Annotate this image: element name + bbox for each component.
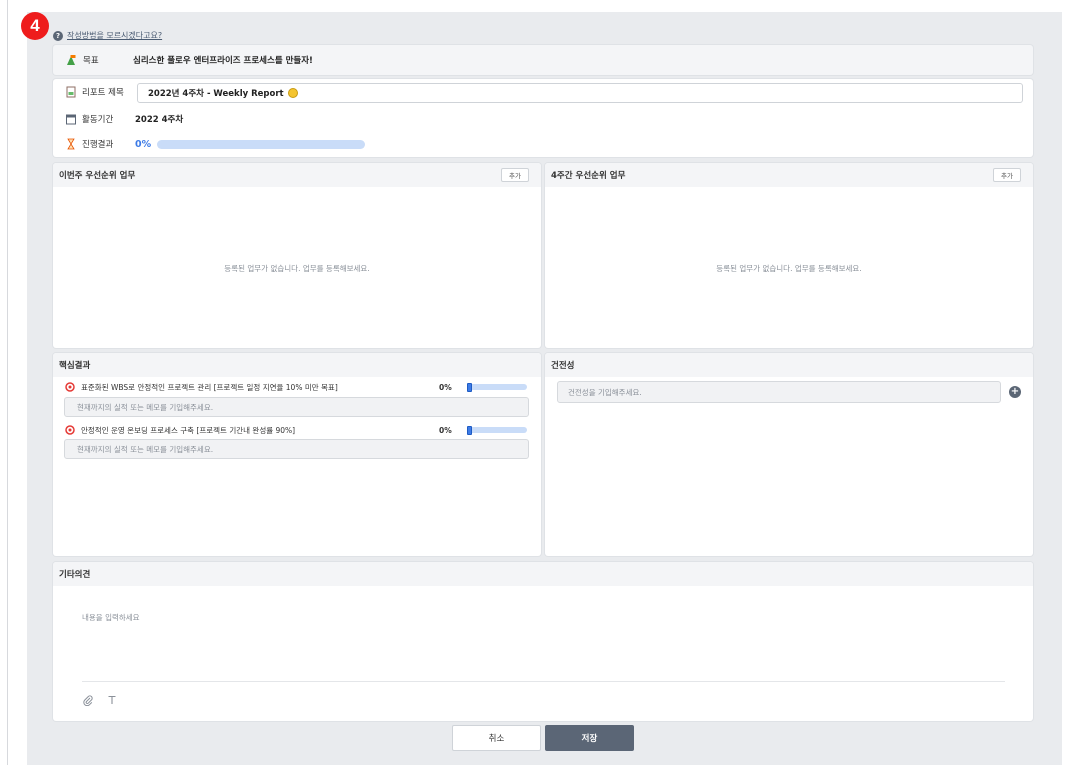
target-icon — [64, 424, 76, 436]
key-result-memo-input[interactable]: 현재까지의 실적 또는 메모를 기입해주세요. — [64, 397, 529, 417]
key-result-item: 안정적인 운영 온보딩 프로세스 구축 [프로젝트 기간내 완성률 90%] 0… — [64, 423, 535, 437]
panel-header: 기타의견 — [53, 562, 1033, 586]
etc-opinion-textarea[interactable]: 내용을 입력하세요 — [82, 612, 140, 623]
smile-emoji-icon — [287, 88, 298, 98]
report-title-input[interactable]: 2022년 4주차 - Weekly Report — [137, 83, 1023, 103]
this-week-priority-panel: 이번주 우선순위 업무 추가 등록된 업무가 없습니다. 업무를 등록해보세요. — [53, 163, 541, 348]
panel-header: 핵심결과 — [53, 353, 541, 377]
calendar-icon — [65, 113, 77, 125]
editor-divider — [82, 681, 1005, 682]
paperclip-icon[interactable] — [82, 694, 94, 706]
add-task-button[interactable]: 추가 — [501, 168, 529, 182]
key-result-text: 표준화된 WBS로 안정적인 프로젝트 관리 [프로젝트 일정 지연율 10% … — [81, 382, 338, 392]
key-result-slider[interactable] — [467, 425, 527, 435]
key-result-percent: 0% — [439, 382, 452, 392]
report-info-card: 리포트 제목 2022년 4주차 - Weekly Report 활동기간 20… — [53, 79, 1033, 157]
key-result-item: 표준화된 WBS로 안정적인 프로젝트 관리 [프로젝트 일정 지연율 10% … — [64, 380, 535, 394]
key-results-panel: 핵심결과 표준화된 WBS로 안정적인 프로젝트 관리 [프로젝트 일정 지연율… — [53, 353, 541, 556]
four-week-priority-panel: 4주간 우선순위 업무 추가 등록된 업무가 없습니다. 업무를 등록해보세요. — [545, 163, 1033, 348]
add-task-button[interactable]: 추가 — [993, 168, 1021, 182]
period-row: 활동기간 2022 4주차 — [65, 113, 183, 125]
cancel-button[interactable]: 취소 — [452, 725, 541, 751]
left-border-line — [7, 0, 8, 765]
panel-header: 이번주 우선순위 업무 추가 — [53, 163, 541, 187]
save-button[interactable]: 저장 — [545, 725, 634, 751]
goal-value: 심리스한 풀로우 엔터프라이즈 프로세스를 만들자! — [133, 56, 313, 66]
progress-percent: 0% — [135, 138, 152, 150]
key-result-slider[interactable] — [467, 382, 527, 392]
text-format-icon[interactable] — [106, 694, 118, 706]
key-result-memo-input[interactable]: 현재까지의 실적 또는 메모를 기입해주세요. — [64, 439, 529, 459]
progress-row: 진행결과 0% — [65, 138, 365, 150]
slider-handle[interactable] — [467, 382, 472, 392]
progress-label: 진행결과 — [82, 140, 114, 150]
progress-bar — [157, 139, 365, 149]
question-icon: ? — [53, 30, 63, 41]
empty-message: 등록된 업무가 없습니다. 업무를 등록해보세요. — [224, 264, 370, 273]
panel-header: 건전성 — [545, 353, 1033, 377]
panel-header: 4주간 우선순위 업무 추가 — [545, 163, 1033, 187]
empty-message: 등록된 업무가 없습니다. 업무를 등록해보세요. — [716, 264, 862, 273]
flag-icon — [65, 54, 77, 66]
etc-opinion-panel: 기타의견 내용을 입력하세요 — [53, 562, 1033, 721]
panel-title: 이번주 우선순위 업무 — [59, 171, 136, 181]
report-title-row: 리포트 제목 — [65, 86, 135, 98]
document-icon — [65, 86, 77, 98]
help-link-text[interactable]: 작성방법을 모르시겠다고요? — [67, 30, 162, 41]
goal-bar: 목표 심리스한 풀로우 엔터프라이즈 프로세스를 만들자! — [53, 45, 1033, 75]
slider-handle[interactable] — [467, 425, 472, 435]
panel-title: 기타의견 — [59, 570, 91, 580]
period-value: 2022 4주차 — [135, 115, 184, 125]
editor-toolbar — [82, 694, 118, 706]
panel-title: 핵심결과 — [59, 361, 91, 371]
period-label: 활동기간 — [82, 115, 114, 125]
key-result-percent: 0% — [439, 425, 452, 435]
report-title-label: 리포트 제목 — [82, 88, 124, 98]
panel-title: 4주간 우선순위 업무 — [551, 171, 626, 181]
step-badge: 4 — [21, 12, 49, 40]
hourglass-icon — [65, 138, 77, 150]
add-health-button[interactable]: + — [1009, 386, 1021, 398]
panel-title: 건전성 — [551, 361, 575, 371]
health-input[interactable]: 건전성을 기입해주세요. — [557, 381, 1001, 403]
target-icon — [64, 381, 76, 393]
health-panel: 건전성 건전성을 기입해주세요. + — [545, 353, 1033, 556]
key-result-text: 안정적인 운영 온보딩 프로세스 구축 [프로젝트 기간내 완성률 90%] — [81, 425, 296, 435]
goal-label: 목표 — [83, 56, 99, 66]
report-title-value: 2022년 4주차 - Weekly Report — [148, 89, 284, 99]
help-link[interactable]: ? 작성방법을 모르시겠다고요? — [53, 30, 162, 41]
